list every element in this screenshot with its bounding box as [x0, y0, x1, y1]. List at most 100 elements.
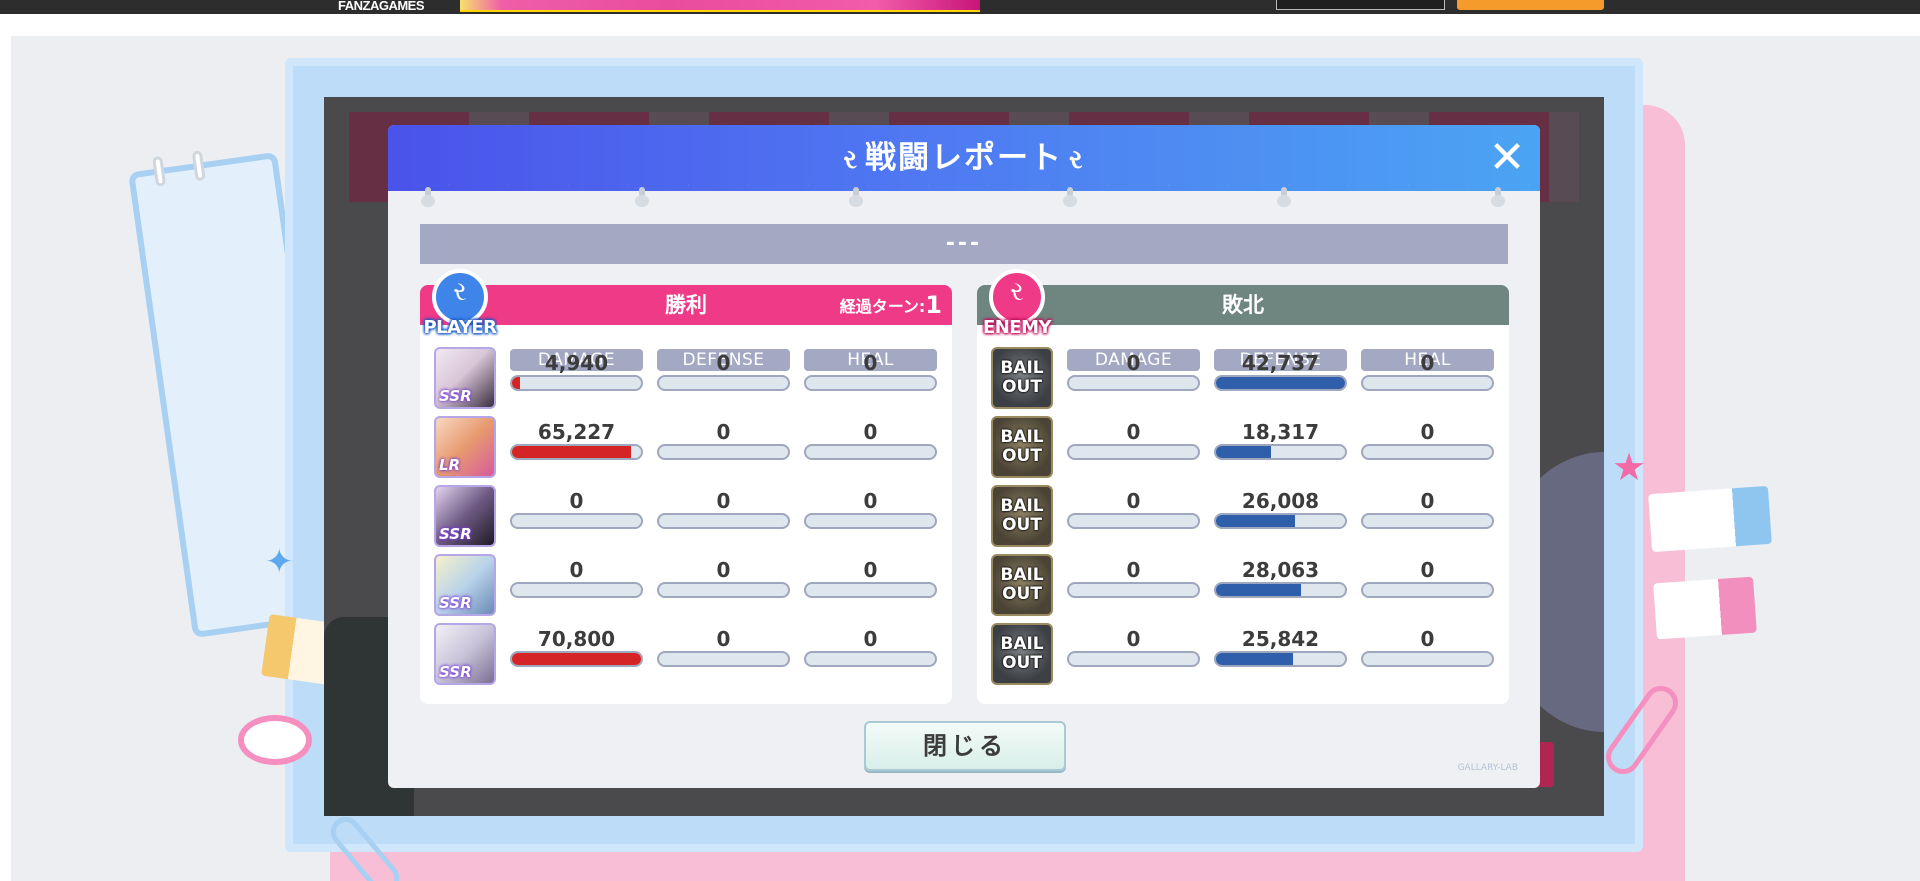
player-row: SSR 0 0 0	[420, 485, 952, 549]
defense-cell: 28,063	[1214, 554, 1347, 616]
rarity-badge: SSR	[439, 387, 472, 405]
damage-cell: 0	[1067, 623, 1200, 685]
star-icon: ★	[1612, 445, 1647, 489]
defense-value: 0	[716, 627, 731, 651]
character-portrait[interactable]: SSR	[434, 347, 496, 409]
ad-banner[interactable]	[460, 0, 980, 12]
enemy-portrait[interactable]: BAIL OUT	[991, 554, 1053, 616]
enemy-badge: ર ENEMY	[975, 269, 1059, 353]
battle-report-dialog: ર 戦闘レポート ર ✕ --- 勝利 経過ターン:1 ર PLAYER DAMAG…	[388, 125, 1540, 788]
enemy-portrait[interactable]: BAIL OUT	[991, 416, 1053, 478]
damage-value: 0	[1126, 489, 1141, 513]
wing-icon: ર	[453, 277, 467, 307]
heal-bar	[1361, 444, 1494, 460]
damage-value: 65,227	[537, 420, 616, 444]
heal-bar	[804, 444, 937, 460]
heal-value: 0	[863, 420, 878, 444]
defense-bar	[1214, 375, 1347, 391]
tape-decoration	[1653, 576, 1757, 640]
damage-value: 0	[1126, 420, 1141, 444]
defense-cell: 0	[657, 347, 790, 409]
damage-bar	[510, 582, 643, 598]
tape-decoration	[1648, 485, 1772, 553]
damage-cell: 0	[1067, 554, 1200, 616]
wing-icon: ર	[1010, 277, 1024, 307]
rarity-badge: SSR	[439, 663, 472, 681]
bail-out-status: BAIL OUT	[1000, 634, 1044, 673]
site-logo[interactable]: FANZAGAMES	[338, 0, 425, 12]
site-search-input[interactable]	[1276, 0, 1445, 10]
rarity-badge: SSR	[439, 525, 472, 543]
heal-cell: 0	[1361, 623, 1494, 685]
damage-bar	[1067, 651, 1200, 667]
heal-cell: 0	[804, 623, 937, 685]
damage-bar	[510, 651, 643, 667]
heal-value: 0	[1420, 351, 1435, 375]
enemy-row: BAIL OUT 0 26,008 0	[977, 485, 1509, 549]
heal-bar	[1361, 375, 1494, 391]
damage-cell: 0	[510, 485, 643, 547]
heal-cell: 0	[1361, 554, 1494, 616]
damage-value: 70,800	[537, 627, 616, 651]
defense-cell: 26,008	[1214, 485, 1347, 547]
defense-value: 28,063	[1241, 558, 1320, 582]
character-portrait[interactable]: SSR	[434, 554, 496, 616]
defense-value: 25,842	[1241, 627, 1320, 651]
damage-cell: 70,800	[510, 623, 643, 685]
wing-decoration	[238, 715, 312, 765]
damage-bar	[1067, 582, 1200, 598]
heal-value: 0	[863, 558, 878, 582]
defense-cell: 42,737	[1214, 347, 1347, 409]
defense-value: 0	[716, 558, 731, 582]
heal-bar	[1361, 513, 1494, 529]
enemy-portrait[interactable]: BAIL OUT	[991, 347, 1053, 409]
damage-bar	[510, 513, 643, 529]
enemy-row: BAIL OUT 0 18,317 0	[977, 416, 1509, 480]
turn-counter: 経過ターン:1	[840, 285, 942, 327]
player-badge: ર PLAYER	[418, 269, 502, 353]
defense-bar	[1214, 582, 1347, 598]
character-portrait[interactable]: LR	[434, 416, 496, 478]
damage-bar-fill	[512, 446, 631, 458]
defense-cell: 0	[657, 623, 790, 685]
heal-cell: 0	[804, 416, 937, 478]
wing-icon: ર	[843, 144, 859, 175]
close-icon[interactable]: ✕	[1488, 136, 1526, 180]
damage-cell: 0	[1067, 416, 1200, 478]
defense-cell: 0	[657, 485, 790, 547]
rarity-badge: SSR	[439, 594, 472, 612]
result-bar: ---	[420, 224, 1508, 264]
defense-value: 26,008	[1241, 489, 1320, 513]
site-orange-button[interactable]	[1457, 0, 1604, 10]
defense-bar	[657, 513, 790, 529]
defense-bar	[657, 375, 790, 391]
heal-cell: 0	[804, 485, 937, 547]
enemy-row: BAIL OUT 0 42,737 0	[977, 347, 1509, 411]
watermark: GALLARY-LAB	[1457, 763, 1518, 773]
bail-out-status: BAIL OUT	[1000, 427, 1044, 466]
defense-cell: 0	[657, 554, 790, 616]
player-row: LR 65,227 0 0	[420, 416, 952, 480]
defense-value: 18,317	[1241, 420, 1320, 444]
damage-value: 0	[1126, 627, 1141, 651]
damage-cell: 0	[1067, 347, 1200, 409]
heal-bar	[1361, 651, 1494, 667]
enemy-portrait[interactable]: BAIL OUT	[991, 623, 1053, 685]
defense-bar	[1214, 444, 1347, 460]
damage-bar	[510, 375, 643, 391]
defense-value: 0	[716, 420, 731, 444]
enemy-portrait[interactable]: BAIL OUT	[991, 485, 1053, 547]
character-portrait[interactable]: SSR	[434, 623, 496, 685]
damage-cell: 4,940	[510, 347, 643, 409]
character-portrait[interactable]: SSR	[434, 485, 496, 547]
damage-bar	[510, 444, 643, 460]
heal-cell: 0	[1361, 485, 1494, 547]
player-panel: 勝利 経過ターン:1 ર PLAYER DAMAGE DEFENSE HEAL …	[420, 269, 952, 704]
close-button[interactable]: 閉じる	[864, 721, 1066, 771]
damage-bar	[1067, 513, 1200, 529]
damage-cell: 65,227	[510, 416, 643, 478]
defense-bar-fill	[1216, 377, 1345, 389]
heal-bar	[804, 375, 937, 391]
wing-icon: ર	[1069, 144, 1085, 175]
pin-row	[388, 187, 1540, 209]
